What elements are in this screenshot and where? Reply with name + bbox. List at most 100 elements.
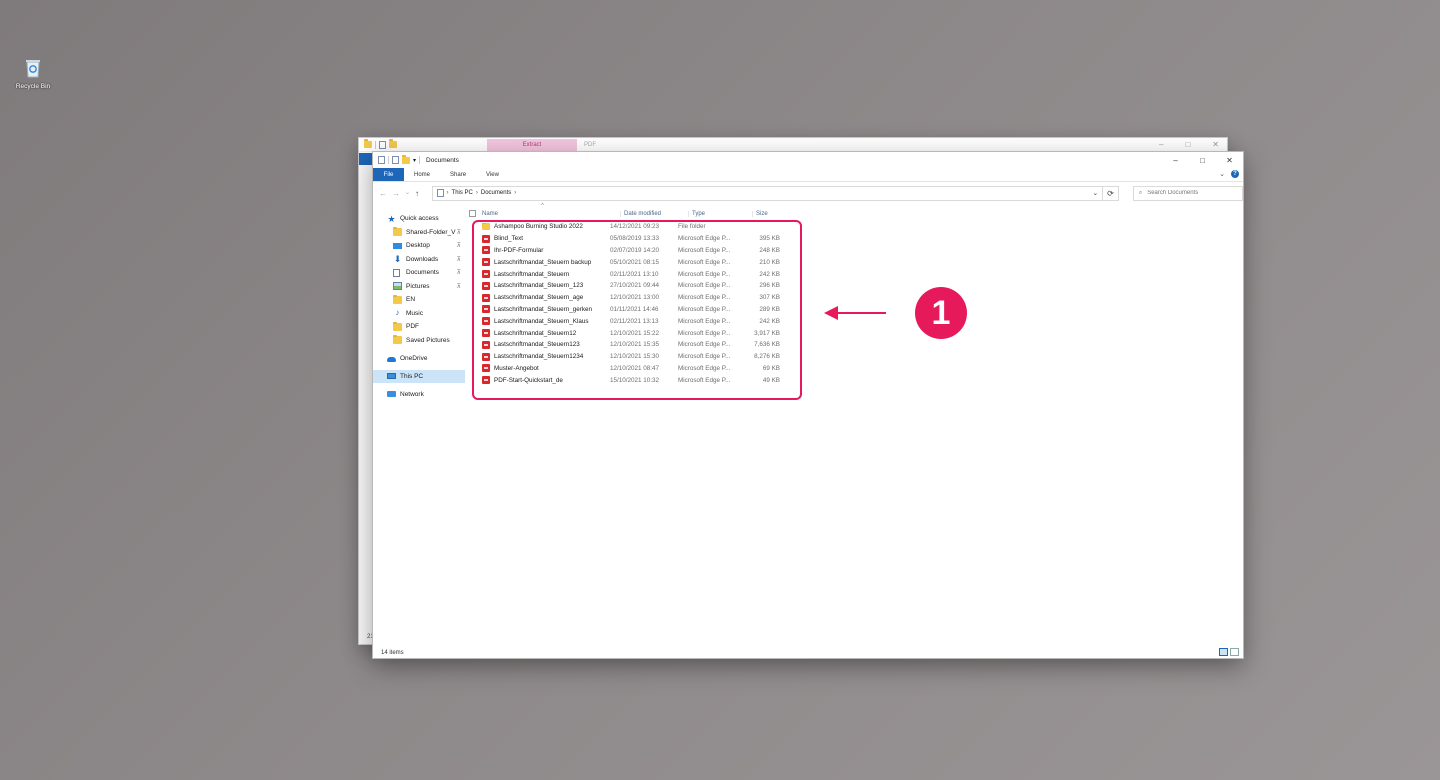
folder-icon xyxy=(393,321,402,331)
titlebar: ▾ Documents – □ ✕ xyxy=(373,152,1243,168)
background-file-tab[interactable] xyxy=(359,153,373,165)
new-folder-icon xyxy=(389,139,397,148)
forward-arrow-icon[interactable]: → xyxy=(392,189,400,198)
folder-icon xyxy=(393,227,402,237)
sidebar-item-onedrive[interactable]: OneDrive xyxy=(373,352,465,366)
sidebar-item-downloads[interactable]: ⬇ Downloads ⊼ xyxy=(373,253,465,267)
column-header-name[interactable]: Name xyxy=(482,211,620,217)
chevron-down-icon[interactable]: ⌄ xyxy=(1092,189,1098,197)
quick-access-toolbar: ▾ xyxy=(378,154,421,164)
sidebar-item-label: Desktop xyxy=(406,242,430,250)
dropdown-arrow-icon[interactable]: ▾ xyxy=(413,157,416,164)
sidebar-item-label: Network xyxy=(400,390,424,398)
sidebar-item-saved-pictures[interactable]: Saved Pictures xyxy=(373,334,465,348)
sidebar-item-label: Music xyxy=(406,309,423,317)
recycle-bin-icon xyxy=(26,60,40,78)
breadcrumb-documents[interactable]: Documents xyxy=(481,190,511,196)
sidebar-item-en[interactable]: EN xyxy=(373,293,465,307)
new-folder-icon[interactable] xyxy=(402,154,410,164)
separator xyxy=(375,140,376,149)
close-button[interactable]: ✕ xyxy=(1216,152,1243,168)
sidebar-item-label: EN xyxy=(406,296,416,304)
maximize-button[interactable]: □ xyxy=(1189,152,1216,168)
tab-home[interactable]: Home xyxy=(404,168,440,181)
minimize-icon[interactable]: – xyxy=(1159,138,1163,152)
sidebar-item-label: Quick access xyxy=(400,215,439,223)
checklist-icon[interactable] xyxy=(392,156,399,164)
properties-icon[interactable] xyxy=(378,156,385,164)
maximize-icon[interactable]: □ xyxy=(1185,138,1190,152)
background-window-title: PDF xyxy=(584,142,596,148)
step-number-badge: 1 xyxy=(915,287,967,339)
search-input[interactable] xyxy=(1147,190,1238,196)
separator xyxy=(419,156,421,164)
folder-icon xyxy=(364,139,372,148)
sidebar-item-label: OneDrive xyxy=(400,354,428,362)
navigation-bar: ← → ⌄ ↑ › This PC › Documents › ⌄ ⟳ ⌕ xyxy=(373,182,1243,204)
address-bar[interactable]: › This PC › Documents › ⌄ xyxy=(431,185,1104,201)
recent-locations-icon[interactable]: ⌄ xyxy=(405,189,410,198)
computer-icon xyxy=(387,373,396,380)
status-item-count: 14 items xyxy=(381,650,404,656)
tab-file[interactable]: File xyxy=(373,168,404,181)
sidebar-item-label: Shared-Folder_V xyxy=(406,228,456,236)
chevron-right-icon[interactable]: › xyxy=(447,190,449,196)
sidebar-item-documents[interactable]: Documents ⊼ xyxy=(373,266,465,280)
pin-icon[interactable]: ⊼ xyxy=(457,256,461,263)
large-icons-view-icon[interactable] xyxy=(1230,648,1239,656)
chevron-right-icon[interactable]: › xyxy=(514,190,516,196)
music-icon: ♪ xyxy=(395,308,400,318)
select-all-checkbox[interactable] xyxy=(469,210,476,217)
view-switcher xyxy=(1219,648,1239,656)
pin-icon[interactable]: ⊼ xyxy=(457,269,461,276)
sidebar-item-music[interactable]: ♪ Music xyxy=(373,307,465,321)
pin-icon[interactable]: ⊼ xyxy=(457,242,461,249)
background-window-titlebar: Extract PDF – □ ✕ xyxy=(359,138,1227,152)
network-icon xyxy=(387,391,396,398)
navigation-pane: ★ Quick access Shared-Folder_V ⊼ Desktop… xyxy=(373,212,465,401)
folder-icon xyxy=(393,335,402,345)
chevron-right-icon[interactable]: › xyxy=(476,190,478,196)
separator xyxy=(388,156,389,164)
folder-icon xyxy=(393,294,402,304)
pc-icon xyxy=(436,189,444,197)
search-box[interactable]: ⌕ xyxy=(1132,185,1243,201)
help-icon[interactable]: ? xyxy=(1231,170,1239,178)
sidebar-item-desktop[interactable]: Desktop ⊼ xyxy=(373,239,465,253)
sidebar-item-shared-folder[interactable]: Shared-Folder_V ⊼ xyxy=(373,226,465,240)
recycle-bin[interactable]: Recycle Bin xyxy=(14,58,52,90)
column-headers: ^ Name Date modified Type Size xyxy=(469,203,909,221)
minimize-button[interactable]: – xyxy=(1162,152,1189,168)
search-icon: ⌕ xyxy=(1138,189,1143,196)
highlight-box xyxy=(472,220,802,400)
sidebar-item-label: Pictures xyxy=(406,282,430,290)
close-icon[interactable]: ✕ xyxy=(1212,138,1219,152)
sidebar-item-network[interactable]: Network xyxy=(373,388,465,402)
sidebar-item-quick-access[interactable]: ★ Quick access xyxy=(373,212,465,226)
details-view-icon[interactable] xyxy=(1219,648,1228,656)
pin-icon[interactable]: ⊼ xyxy=(457,229,461,236)
background-window-controls: – □ ✕ xyxy=(1159,138,1219,152)
tab-view[interactable]: View xyxy=(476,168,509,181)
sidebar-item-pdf[interactable]: PDF xyxy=(373,320,465,334)
refresh-button[interactable]: ⟳ xyxy=(1103,185,1119,201)
pin-icon[interactable]: ⊼ xyxy=(457,283,461,290)
tab-share[interactable]: Share xyxy=(440,168,476,181)
up-arrow-icon[interactable]: ↑ xyxy=(415,189,419,198)
back-arrow-icon[interactable]: ← xyxy=(379,189,387,198)
breadcrumb-this-pc[interactable]: This PC xyxy=(452,190,473,196)
sidebar-item-pictures[interactable]: Pictures ⊼ xyxy=(373,280,465,294)
sidebar-item-this-pc[interactable]: This PC xyxy=(373,369,465,383)
sidebar-item-label: PDF xyxy=(406,323,419,331)
column-header-date[interactable]: Date modified xyxy=(620,210,688,217)
download-icon: ⬇ xyxy=(393,254,402,265)
recycle-bin-label: Recycle Bin xyxy=(15,83,51,90)
sort-ascending-icon: ^ xyxy=(541,203,544,209)
expand-ribbon-icon[interactable]: ⌄ xyxy=(1219,170,1225,178)
window-controls: – □ ✕ xyxy=(1162,152,1243,168)
column-header-type[interactable]: Type xyxy=(688,210,752,217)
column-header-size[interactable]: Size xyxy=(752,210,799,217)
window-title: Documents xyxy=(426,156,459,164)
arrow-line xyxy=(836,312,886,314)
pictures-icon xyxy=(393,282,402,291)
